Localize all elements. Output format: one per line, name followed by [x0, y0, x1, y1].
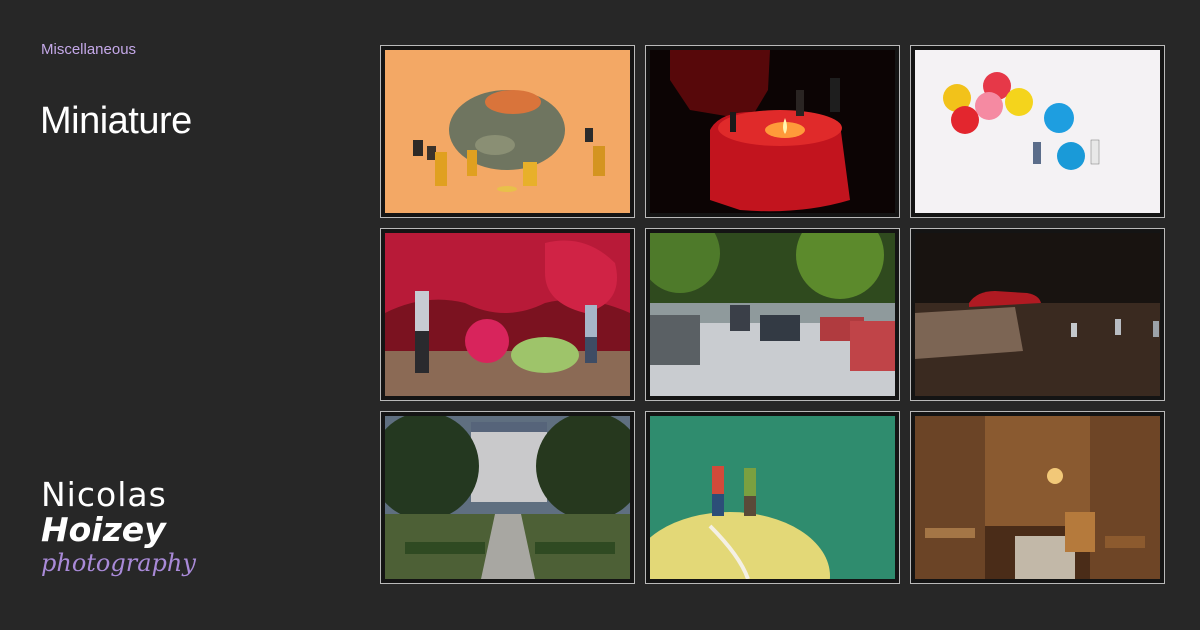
photo-tile-street-tiltshift[interactable] — [645, 228, 900, 401]
photo-tile-old-shop-interior[interactable] — [910, 411, 1165, 584]
photo-tile-tennis-ball-hikers[interactable] — [645, 411, 900, 584]
category-label[interactable]: Miscellaneous — [41, 41, 136, 58]
page-title: Miniature — [40, 100, 192, 142]
logo-first-name: Nicolas — [41, 475, 167, 514]
photo-grid — [380, 45, 1165, 584]
photo-tile-rose-workers[interactable] — [380, 228, 635, 401]
photo-tile-red-car-wood[interactable] — [910, 228, 1165, 401]
photo-tile-red-candle[interactable] — [645, 45, 900, 218]
logo-last-name: Hoizey — [41, 510, 166, 549]
photo-tile-candy-balls[interactable] — [910, 45, 1165, 218]
photo-tile-mold-hazmat[interactable] — [380, 45, 635, 218]
photo-tile-chateau-garden[interactable] — [380, 411, 635, 584]
site-logo[interactable]: Nicolas Hoizey photography — [41, 478, 201, 578]
logo-subtitle: photography — [41, 549, 196, 577]
